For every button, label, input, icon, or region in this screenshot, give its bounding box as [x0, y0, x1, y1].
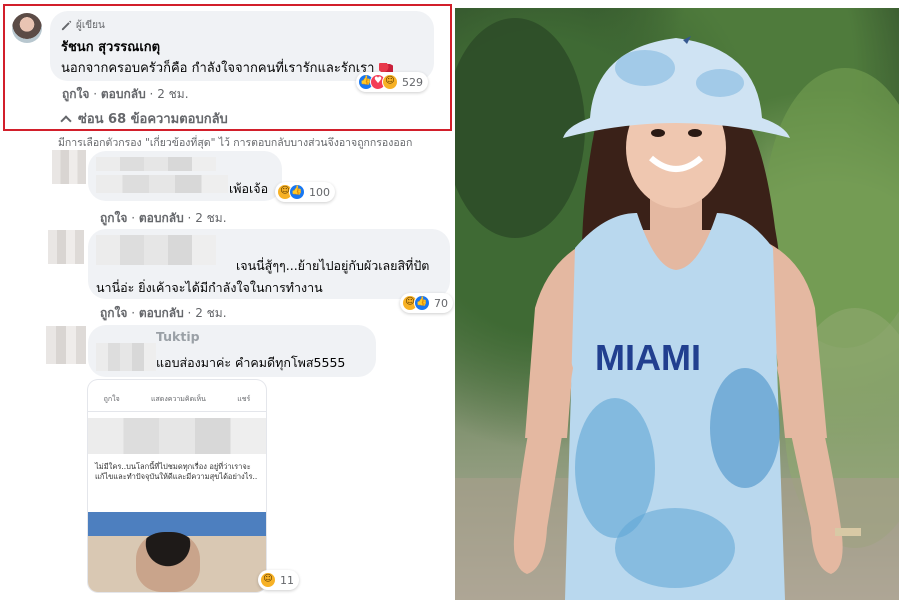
highlight-frame: [3, 4, 452, 131]
reaction-summary[interactable]: ☺ 👍 70: [400, 293, 453, 313]
screenshot-share: แชร์: [237, 395, 251, 403]
reply-text-line2: นานี่อ่ะ ยิ่งเค้าจะได้มีกำลังใจในการทำงา…: [96, 280, 323, 295]
reply-text-line1: เจนนี่สู้ๆๆ...ย้ายไปอยู่กับผัวเลยสิที่ปั…: [236, 258, 430, 273]
person-photo: [136, 532, 200, 592]
blurred-name: [96, 235, 216, 265]
reply-avatar[interactable]: [48, 230, 84, 264]
like-link[interactable]: ถูกใจ: [100, 306, 127, 320]
svg-text:MIAMI: MIAMI: [595, 337, 701, 378]
filter-notice: มีการเลือกตัวกรอง "เกี่ยวข้องที่สุด" ไว้…: [58, 137, 413, 149]
reply-avatar[interactable]: [46, 326, 86, 364]
comment-actions: ถูกใจ · ตอบกลับ · 2 ชม.: [100, 211, 227, 225]
screenshot-action-bar: ถูกใจ แสดงความคิดเห็น แชร์: [88, 388, 266, 412]
reaction-summary[interactable]: ☺ 11: [258, 570, 299, 590]
blurred-region: [88, 418, 266, 454]
like-reaction-icon: 👍: [414, 295, 430, 311]
reaction-summary[interactable]: ☺ 👍 100: [275, 182, 335, 202]
screenshot-like: ถูกใจ: [103, 395, 120, 403]
screenshot-comment: แสดงความคิดเห็น: [151, 395, 206, 403]
reply-avatar[interactable]: [52, 150, 86, 184]
timestamp[interactable]: 2 ชม.: [195, 306, 226, 320]
reply-bubble: Tuktip แอบส่องมาค่ะ คำคมดีทุกโพส5555: [88, 325, 376, 377]
blurred-text: [96, 175, 228, 193]
reply-bubble: เพ้อเจ้อ: [88, 151, 282, 201]
blurred-name: [96, 343, 156, 371]
woman-portrait: MIAMI: [455, 18, 899, 600]
comment-actions: ถูกใจ · ตอบกลับ · 2 ชม.: [100, 306, 227, 320]
like-reaction-icon: 👍: [289, 184, 305, 200]
reply-author[interactable]: Tuktip: [156, 329, 200, 344]
blurred-name: [96, 157, 216, 171]
reply-text: เพ้อเจ้อ: [229, 181, 269, 196]
profile-photo: MIAMI: [455, 8, 899, 600]
reply-text: แอบส่องมาค่ะ คำคมดีทุกโพส5555: [156, 355, 346, 370]
screenshot-photo: [88, 512, 266, 592]
reply-link[interactable]: ตอบกลับ: [139, 306, 184, 320]
reply-link[interactable]: ตอบกลับ: [139, 211, 184, 225]
like-link[interactable]: ถูกใจ: [100, 211, 127, 225]
comment-thread: ผู้เขียน รัชนก สุวรรณเกตุ นอกจากครอบครัว…: [0, 0, 455, 605]
reaction-count: 70: [434, 296, 448, 310]
haha-reaction-icon: ☺: [260, 572, 276, 588]
screenshot-caption: ไม่มีใคร..บนโลกนี้ที่ไปชมดทุกเรื่อง อยู่…: [95, 462, 258, 481]
embedded-screenshot[interactable]: ถูกใจ แสดงความคิดเห็น แชร์ ไม่มีใคร..บนโ…: [88, 380, 266, 592]
reply-bubble: เจนนี่สู้ๆๆ...ย้ายไปอยู่กับผัวเลยสิที่ปั…: [88, 229, 450, 299]
timestamp[interactable]: 2 ชม.: [195, 211, 226, 225]
reaction-count: 100: [309, 185, 330, 199]
reaction-count: 11: [280, 573, 294, 587]
